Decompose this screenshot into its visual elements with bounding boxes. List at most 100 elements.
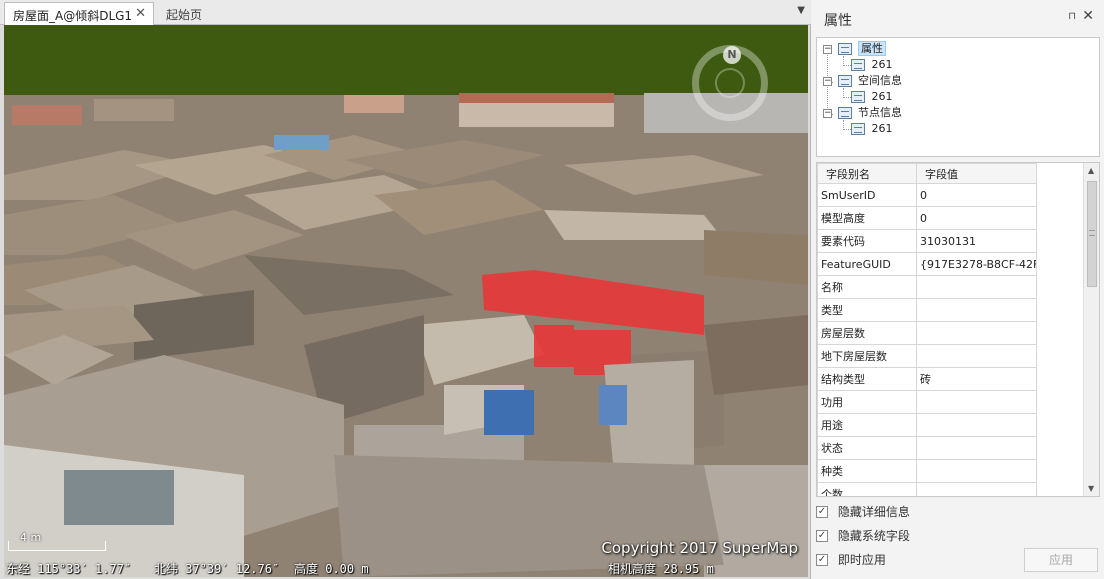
camera-height-readout: 相机高度 28.95 m — [608, 562, 714, 576]
field-alias-cell: 地下房屋层数 — [817, 344, 917, 368]
node-icon — [837, 107, 852, 119]
table-row[interactable]: 功用 — [817, 390, 1037, 414]
instant-apply-checkbox[interactable]: ✓ — [816, 553, 828, 566]
tree-node-spatial-info-label: 空间信息 — [858, 74, 902, 87]
tab-start-page[interactable]: 起始页 — [158, 2, 210, 25]
collapse-icon[interactable]: − — [823, 76, 832, 86]
tree-leaf-attributes-id[interactable]: 261 — [851, 57, 893, 73]
field-value-cell[interactable]: 31030131 — [916, 229, 1037, 253]
document-tab-bar: 房屋面_A@倾斜DLG1 ✕ 起始页 ▼ — [0, 0, 811, 25]
panel-title: 属性 — [824, 13, 852, 29]
scroll-thumb[interactable] — [1087, 181, 1097, 287]
scene-render — [4, 25, 808, 577]
tree-leaf-node-id[interactable]: 261 — [851, 121, 893, 137]
table-row[interactable]: SmUserID 0 — [817, 183, 1037, 207]
3d-scene-view[interactable]: N Copyright 2017 SuperMap 4 m 东经 115°33′… — [4, 25, 808, 577]
hide-details-checkbox[interactable]: ✓ — [816, 505, 828, 518]
field-value-cell[interactable] — [916, 436, 1037, 460]
table-row[interactable]: 个数 — [817, 482, 1037, 496]
table-row[interactable]: 名称 — [817, 275, 1037, 299]
copyright-label: Copyright 2017 SuperMap — [601, 539, 798, 557]
tab-scene-label: 房屋面_A@倾斜DLG1 — [13, 9, 133, 23]
tree-node-spatial-info[interactable]: − 空间信息 — [823, 73, 902, 89]
attribute-grid[interactable]: 字段别名 字段值 SmUserID 0 模型高度 0 要素代码 31030131 Featu… — [816, 162, 1100, 497]
pin-icon[interactable]: ⊓ — [1068, 11, 1076, 22]
scroll-up-icon[interactable]: ▲ — [1088, 166, 1094, 175]
field-alias-cell: 用途 — [817, 413, 917, 437]
column-header-field-value[interactable]: 字段值 — [916, 163, 1037, 184]
tree-node-attributes-label: 属性 — [858, 41, 886, 56]
field-value-cell[interactable] — [916, 390, 1037, 414]
tab-start-page-label: 起始页 — [166, 8, 203, 22]
hide-details-option[interactable]: ✓ 隐藏详细信息 — [816, 503, 910, 521]
app-window: 房屋面_A@倾斜DLG1 ✕ 起始页 ▼ N Copyright 2017 Su… — [0, 0, 1104, 579]
field-value-cell[interactable] — [916, 459, 1037, 483]
field-value-cell[interactable]: 砖 — [916, 367, 1037, 391]
tree-leaf-spatial-id[interactable]: 261 — [851, 89, 893, 105]
tree-node-attributes[interactable]: − 属性 — [823, 41, 886, 57]
panel-close-icon[interactable]: ✕ — [1082, 8, 1094, 24]
grid-vertical-scrollbar[interactable]: ▲ ▼ — [1083, 163, 1099, 496]
table-row[interactable]: 房屋层数 — [817, 321, 1037, 345]
compass-north-icon: N — [723, 46, 741, 64]
field-value-cell[interactable] — [916, 298, 1037, 322]
field-value-cell[interactable]: {917E3278-B8CF-42F... — [916, 252, 1037, 276]
table-row[interactable]: 要素代码 31030131 — [817, 229, 1037, 253]
geometry-icon — [851, 91, 865, 103]
table-row[interactable]: 状态 — [817, 436, 1037, 460]
hide-system-fields-label: 隐藏系统字段 — [837, 529, 910, 543]
field-value-cell[interactable] — [916, 321, 1037, 345]
tab-close-icon[interactable]: ✕ — [135, 6, 146, 21]
column-header-field-alias[interactable]: 字段别名 — [817, 163, 917, 184]
collapse-icon[interactable]: − — [823, 108, 832, 118]
tab-scene[interactable]: 房屋面_A@倾斜DLG1 ✕ — [4, 2, 154, 25]
field-alias-cell: 要素代码 — [817, 229, 917, 253]
field-alias-cell: FeatureGUID — [817, 252, 917, 276]
field-value-cell[interactable] — [916, 344, 1037, 368]
table-icon — [851, 59, 865, 71]
tree-leaf-label: 261 — [871, 58, 893, 71]
navigation-compass[interactable]: N — [692, 45, 768, 121]
field-alias-cell: 房屋层数 — [817, 321, 917, 345]
tree-leaf-label: 261 — [871, 90, 893, 103]
field-alias-cell: 个数 — [817, 482, 917, 496]
instant-apply-option[interactable]: ✓ 即时应用 — [816, 551, 886, 569]
field-alias-cell: 结构类型 — [817, 367, 917, 391]
node-icon — [851, 123, 865, 135]
field-value-cell[interactable]: 0 — [916, 183, 1037, 207]
field-alias-cell: 功用 — [817, 390, 917, 414]
tree-leaf-label: 261 — [871, 122, 893, 135]
field-alias-cell: SmUserID — [817, 183, 917, 207]
tree-node-node-info[interactable]: − 节点信息 — [823, 105, 902, 121]
field-value-cell[interactable] — [916, 413, 1037, 437]
scale-bar — [8, 541, 106, 551]
table-row[interactable]: 结构类型砖 — [817, 367, 1037, 391]
hide-system-fields-checkbox[interactable]: ✓ — [816, 529, 828, 542]
table-row[interactable]: 用途 — [817, 413, 1037, 437]
properties-panel: 属性 ⊓ ✕ − 属性 261 − 空间信息 261 − 节点信息 261 字段… — [812, 0, 1104, 579]
field-alias-cell: 状态 — [817, 436, 917, 460]
hide-details-label: 隐藏详细信息 — [837, 505, 910, 519]
scroll-grip — [1089, 230, 1095, 236]
apply-button[interactable]: 应用 — [1024, 548, 1098, 572]
table-row[interactable]: 地下房屋层数 — [817, 344, 1037, 368]
field-value-cell[interactable] — [916, 482, 1037, 496]
table-icon — [837, 43, 852, 55]
field-value-cell[interactable]: 0 — [916, 206, 1037, 230]
grid-body: SmUserID 0 模型高度 0 要素代码 31030131 FeatureGUID {91… — [817, 183, 1037, 496]
table-row[interactable]: FeatureGUID {917E3278-B8CF-42F... — [817, 252, 1037, 276]
scroll-down-icon[interactable]: ▼ — [1088, 484, 1094, 493]
field-alias-cell: 类型 — [817, 298, 917, 322]
table-row[interactable]: 种类 — [817, 459, 1037, 483]
table-row[interactable]: 类型 — [817, 298, 1037, 322]
field-alias-cell: 名称 — [817, 275, 917, 299]
collapse-icon[interactable]: − — [823, 44, 832, 54]
field-value-cell[interactable] — [916, 275, 1037, 299]
compass-center — [715, 68, 745, 98]
hide-system-fields-option[interactable]: ✓ 隐藏系统字段 — [816, 527, 910, 545]
document-area: 房屋面_A@倾斜DLG1 ✕ 起始页 ▼ N Copyright 2017 Su… — [0, 0, 811, 579]
instant-apply-label: 即时应用 — [837, 553, 886, 567]
tab-list-dropdown-icon[interactable]: ▼ — [797, 5, 805, 16]
scene-status-line: 东经 115°33′ 1.77″ 北纬 37°39′ 12.76″ 高度 0.0… — [4, 557, 808, 577]
table-row[interactable]: 模型高度 0 — [817, 206, 1037, 230]
